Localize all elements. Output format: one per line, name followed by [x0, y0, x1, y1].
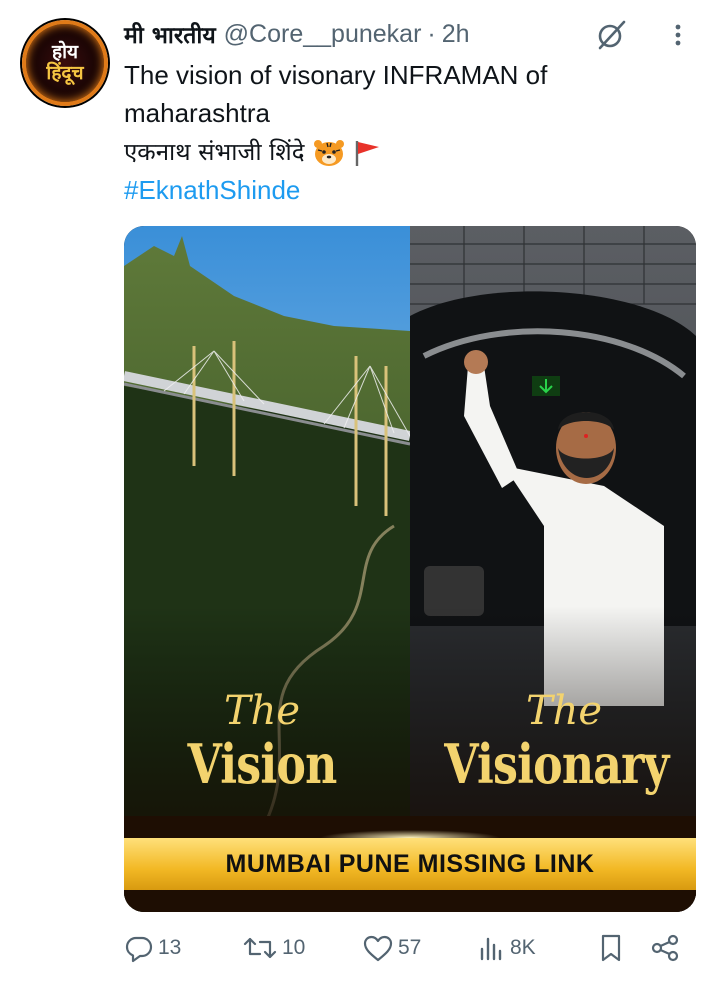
- flag-emoji: [355, 141, 379, 167]
- repost-count: 10: [282, 936, 306, 959]
- bookmark-button[interactable]: [598, 928, 628, 968]
- views-count: 8K: [510, 936, 536, 959]
- image-artwork: [124, 226, 696, 912]
- image-banner: MUMBAI PUNE MISSING LINK: [124, 838, 696, 890]
- tweet-line-1: The vision of visonary INFRAMAN of: [124, 60, 548, 90]
- tiger-emoji: [313, 140, 344, 167]
- tweet-text: The vision of visonary INFRAMAN of mahar…: [124, 56, 684, 209]
- tweet-header: मी भारतीय @Core__punekar · 2h: [124, 14, 470, 54]
- separator-dot: ·: [427, 19, 436, 48]
- like-count: 57: [398, 936, 422, 959]
- left-the-text: The: [223, 688, 301, 734]
- left-title-text: Vision: [187, 732, 338, 796]
- tweet-line-3-wrapper: एकनाथ संभाजी शिंदे: [124, 132, 684, 171]
- avatar-text-top: होय: [51, 41, 79, 63]
- display-name[interactable]: मी भारतीय: [124, 18, 216, 50]
- reply-icon: [125, 936, 153, 963]
- like-icon: [363, 935, 393, 962]
- reply-button[interactable]: 13: [124, 928, 181, 968]
- views-icon: [480, 937, 502, 961]
- hashtag-link[interactable]: #EknathShinde: [124, 171, 684, 209]
- user-handle[interactable]: @Core__punekar: [224, 20, 422, 49]
- avatar-text-bottom: हिंदूच: [46, 62, 84, 84]
- more-icon[interactable]: [668, 18, 688, 52]
- reply-count: 13: [158, 936, 182, 959]
- tweet-line-2: maharashtra: [124, 98, 270, 128]
- repost-button[interactable]: 10: [242, 928, 305, 968]
- action-bar: 13 10 57 8K: [124, 928, 684, 968]
- share-icon: [651, 934, 679, 962]
- tweet-image[interactable]: The Vision The Visionary MUMBAI PUNE MIS…: [124, 226, 696, 912]
- share-button[interactable]: [650, 928, 684, 968]
- repost-icon: [243, 937, 277, 959]
- views-button[interactable]: 8K: [476, 928, 536, 968]
- avatar[interactable]: होय हिंदूच: [22, 20, 108, 106]
- timestamp[interactable]: 2h: [442, 20, 470, 49]
- grok-icon[interactable]: [594, 18, 628, 52]
- right-the-text: The: [525, 688, 603, 734]
- tweet-line-3: एकनाथ संभाजी शिंदे: [124, 138, 305, 166]
- bookmark-icon: [601, 934, 621, 962]
- right-title-text: Visionary: [444, 732, 669, 796]
- like-button[interactable]: 57: [362, 928, 421, 968]
